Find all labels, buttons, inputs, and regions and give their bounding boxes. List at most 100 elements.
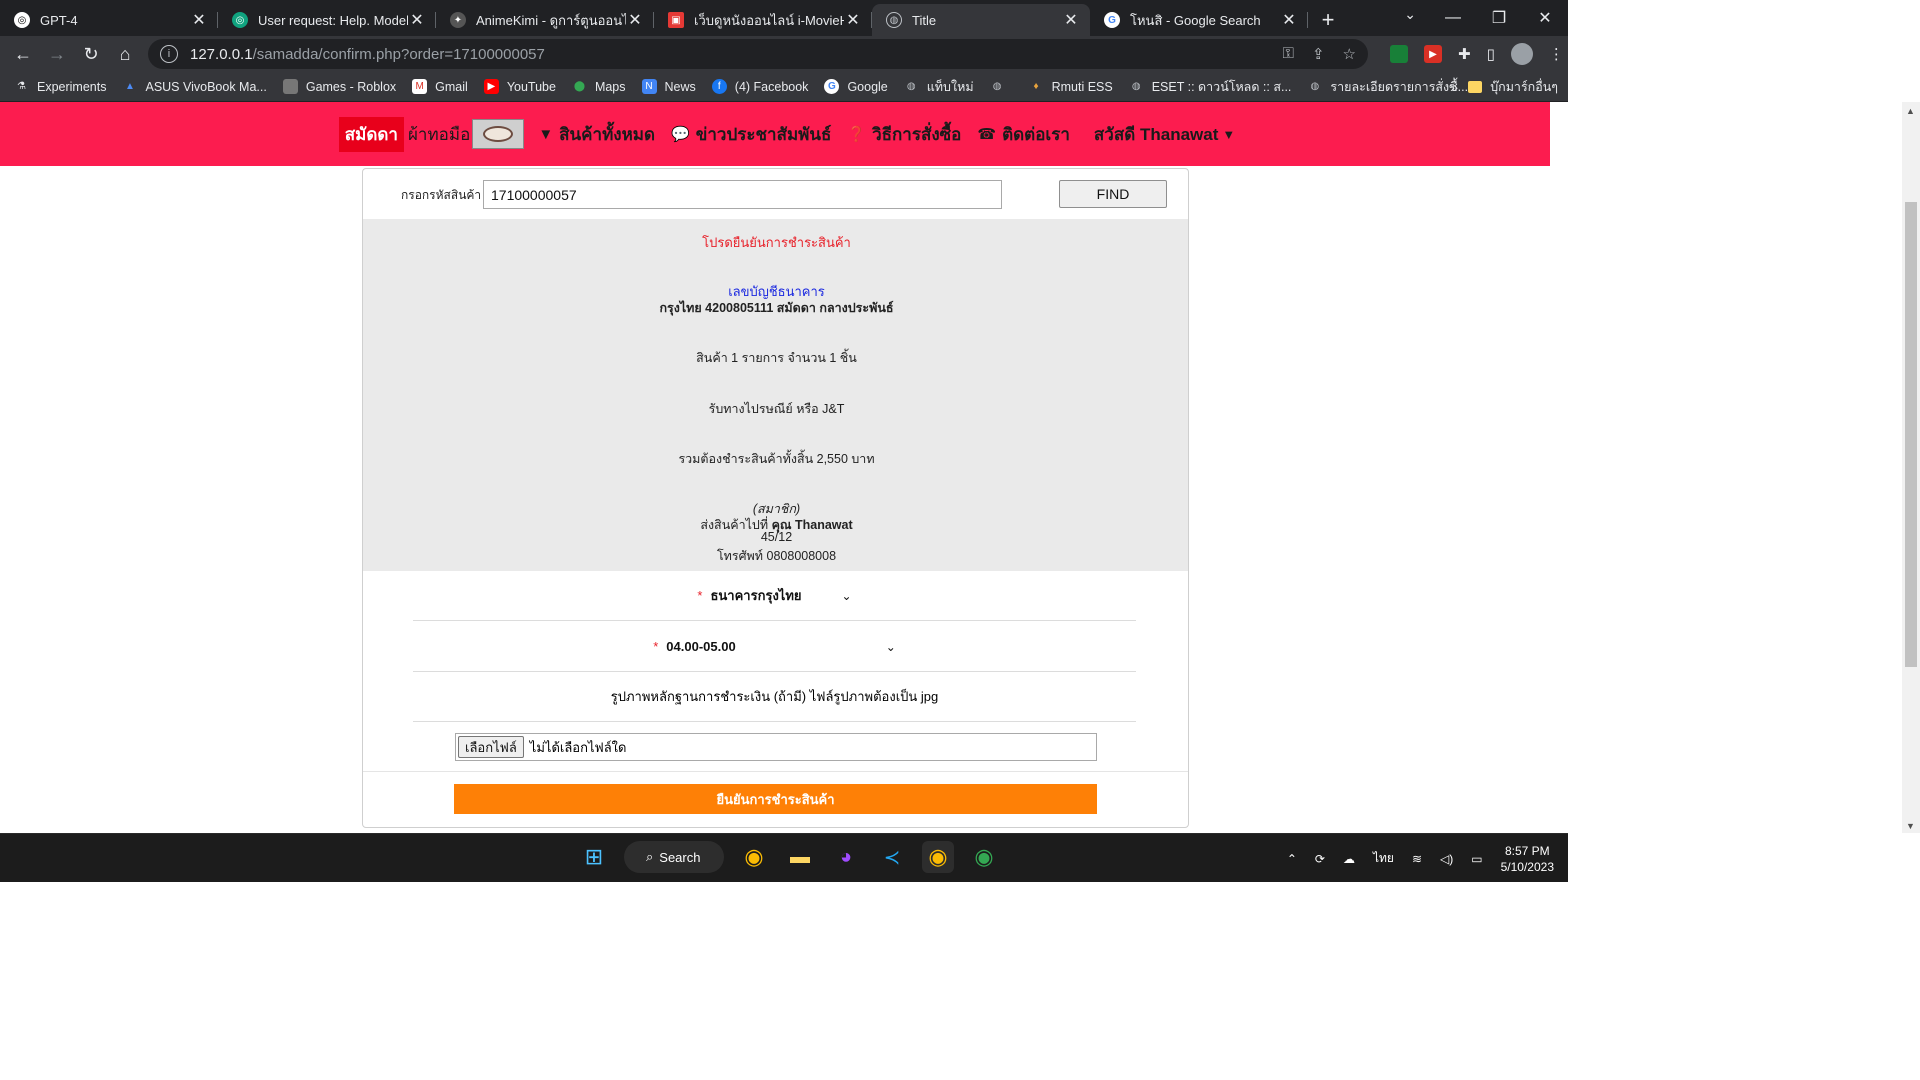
browser-tab-active[interactable]: ◍ Title ✕ xyxy=(872,4,1090,36)
new-tab-button[interactable]: + xyxy=(1312,4,1344,36)
restore-icon[interactable]: ❐ xyxy=(1476,8,1522,28)
browser-tab[interactable]: ◎ User request: Help. Model r ✕ xyxy=(218,4,436,36)
bank-select[interactable]: * ธนาคารกรุงไทย ⌄ xyxy=(697,585,851,606)
language-indicator[interactable]: ไทย xyxy=(1373,849,1394,868)
search-label: Search xyxy=(659,849,701,865)
close-tab-icon[interactable]: ✕ xyxy=(1280,10,1298,30)
download-extension-icon[interactable] xyxy=(1390,45,1408,63)
close-window-icon[interactable]: ✕ xyxy=(1522,8,1568,28)
bookmark-label: แท็บใหม่ xyxy=(926,79,974,94)
slip-file-input[interactable]: เลือกไฟล์ ไม่ได้เลือกไฟล์ใด xyxy=(455,733,1097,761)
close-tab-icon[interactable]: ✕ xyxy=(626,10,644,30)
bookmark-item[interactable]: ◍ รายละเอียดรายการสั่งซื้... xyxy=(1307,77,1469,97)
chevron-up-icon[interactable]: ⌃ xyxy=(1287,852,1297,866)
taskbar-clock[interactable]: 8:57 PM 5/10/2023 xyxy=(1501,843,1554,875)
browser-tab[interactable]: ▣ เว็บดูหนังออนไลน์ i-MovieHD u ✕ xyxy=(654,4,872,36)
bookmark-label: Gmail xyxy=(435,79,468,94)
close-tab-icon[interactable]: ✕ xyxy=(190,10,208,30)
browser-tab[interactable]: G โหนสิ - Google Search ✕ xyxy=(1090,4,1308,36)
bookmark-item[interactable]: ⬤ Maps xyxy=(572,79,626,94)
file-explorer-icon[interactable]: ▬ xyxy=(784,841,816,873)
sync-icon[interactable]: ⟳ xyxy=(1315,852,1325,866)
other-bookmarks-folder[interactable]: บุ๊กมาร์กอื่นๆ xyxy=(1468,77,1558,97)
battery-icon[interactable]: ▭ xyxy=(1471,852,1482,866)
bookmark-item[interactable]: G Google xyxy=(824,79,888,94)
bookmark-item[interactable]: Games - Roblox xyxy=(282,79,396,94)
bookmarks-overflow-button[interactable]: » xyxy=(1450,79,1458,95)
nav-news[interactable]: 💬 ข่าวประชาสัมพันธ์ xyxy=(671,121,831,148)
bank-select-row: * ธนาคารกรุงไทย ⌄ xyxy=(413,571,1136,621)
key-icon[interactable]: ⚿ xyxy=(1283,45,1294,63)
flask-icon: ⚗ xyxy=(17,81,26,92)
windows-start-icon[interactable]: ⊞ xyxy=(578,841,610,873)
browser-tab[interactable]: ◎ GPT-4 ✕ xyxy=(0,4,218,36)
user-greeting: สวัสดี Thanawat xyxy=(1093,124,1219,144)
page-scrollbar[interactable]: ▲ ▼ xyxy=(1902,102,1920,833)
choose-file-button[interactable]: เลือกไฟล์ xyxy=(458,736,524,758)
bookmark-item[interactable]: N News xyxy=(641,79,696,94)
nav-how-to-order[interactable]: ❓ วิธีการสั่งซื้อ xyxy=(847,121,961,148)
tab-title: Title xyxy=(912,12,937,28)
onedrive-icon[interactable]: ☁ xyxy=(1343,852,1355,866)
imovie-icon: ▣ xyxy=(668,12,684,28)
chrome-icon[interactable]: ◉ xyxy=(968,841,1000,873)
minimize-icon[interactable]: — xyxy=(1430,9,1476,27)
time-select[interactable]: * 04.00-05.00 ⌄ xyxy=(653,639,896,654)
tab-search-icon[interactable]: ⌄ xyxy=(1404,6,1416,23)
browser-tab[interactable]: ✦ AnimeKimi - ดูการ์ตูนออนไลน์ ✕ xyxy=(436,4,654,36)
close-tab-icon[interactable]: ✕ xyxy=(1062,10,1080,30)
puzzle-icon[interactable]: ✚ xyxy=(1458,45,1471,63)
scroll-down-icon[interactable]: ▼ xyxy=(1906,821,1915,831)
share-icon[interactable]: ⇪ xyxy=(1312,45,1325,63)
bookmark-label: (4) Facebook xyxy=(734,79,809,94)
tab-title: AnimeKimi - ดูการ์ตูนออนไลน์ xyxy=(476,12,626,28)
time-select-row: * 04.00-05.00 ⌄ xyxy=(413,622,1136,672)
site-info-icon[interactable]: i xyxy=(160,45,178,63)
volume-icon[interactable]: ◁) xyxy=(1440,852,1453,866)
bookmark-star-icon[interactable]: ☆ xyxy=(1343,45,1356,63)
back-arrow-icon[interactable]: ← xyxy=(6,40,40,68)
address-bar[interactable]: i 127.0.0.1/samadda/confirm.php?order=17… xyxy=(148,39,1368,69)
bookmark-item[interactable]: ◍ แท็บใหม่ xyxy=(904,77,974,97)
bookmark-item[interactable]: ⚗ Experiments xyxy=(14,79,106,94)
user-menu[interactable]: สวัสดี Thanawat ▼ xyxy=(1094,121,1235,148)
bookmark-item[interactable]: ♦ Rmuti ESS xyxy=(1029,79,1113,94)
menu-kebab-icon[interactable]: ⋮ xyxy=(1549,45,1564,63)
bookmark-item[interactable]: ◍ xyxy=(990,79,1013,94)
bookmark-item[interactable]: ▶ YouTube xyxy=(483,79,556,94)
bookmark-label: Google xyxy=(847,79,888,94)
product-code-input[interactable] xyxy=(483,180,1002,209)
chrome-profile-icon[interactable]: ◉ xyxy=(922,841,954,873)
bookmark-item[interactable]: M Gmail xyxy=(412,79,468,94)
messenger-icon[interactable]: ◕ xyxy=(830,841,862,873)
order-summary: โปรดยืนยันการชำระสินค้า เลขบัญชีธนาคาร ก… xyxy=(363,219,1188,571)
confirm-payment-button[interactable]: ยืนยันการชำระสินค้า xyxy=(454,784,1097,814)
site-brand[interactable]: สมัดดา xyxy=(338,116,404,152)
bookmark-label: YouTube xyxy=(506,79,556,94)
home-icon[interactable]: ⌂ xyxy=(108,40,142,68)
video-extension-icon[interactable]: ▶ xyxy=(1424,45,1442,63)
wifi-icon[interactable]: ≋ xyxy=(1412,852,1422,866)
bookmark-item[interactable]: f (4) Facebook xyxy=(711,79,809,94)
forward-arrow-icon[interactable]: → xyxy=(40,40,74,68)
bookmark-label: ASUS VivoBook Ma... xyxy=(145,79,267,94)
bookmark-item[interactable]: ▲ ASUS VivoBook Ma... xyxy=(122,79,267,94)
facebook-icon: f xyxy=(711,79,727,94)
reload-icon[interactable]: ↻ xyxy=(74,40,108,68)
profile-avatar[interactable] xyxy=(1510,43,1533,65)
bookmark-item[interactable]: ◍ ESET :: ดาวน์โหลด :: ส... xyxy=(1129,77,1292,97)
vscode-icon[interactable]: ≺ xyxy=(876,841,908,873)
chrome-icon[interactable]: ◉ xyxy=(738,841,770,873)
bank-select-value: ธนาคารกรุงไทย xyxy=(710,588,802,603)
site-brand-sub[interactable]: ผ้าทอมือ xyxy=(408,121,470,148)
globe-icon: ◍ xyxy=(906,81,916,92)
nav-contact[interactable]: ☎ ติดต่อเรา xyxy=(977,121,1070,148)
close-tab-icon[interactable]: ✕ xyxy=(408,10,426,30)
close-tab-icon[interactable]: ✕ xyxy=(844,10,862,30)
nav-all-products[interactable]: ▼ สินค้าทั้งหมด xyxy=(538,121,655,148)
scroll-up-icon[interactable]: ▲ xyxy=(1906,106,1915,116)
find-button[interactable]: FIND xyxy=(1059,180,1167,208)
taskbar-search[interactable]: ⌕ Search xyxy=(624,841,724,873)
side-panel-icon[interactable]: ▯ xyxy=(1487,45,1495,63)
scroll-thumb[interactable] xyxy=(1905,202,1917,667)
